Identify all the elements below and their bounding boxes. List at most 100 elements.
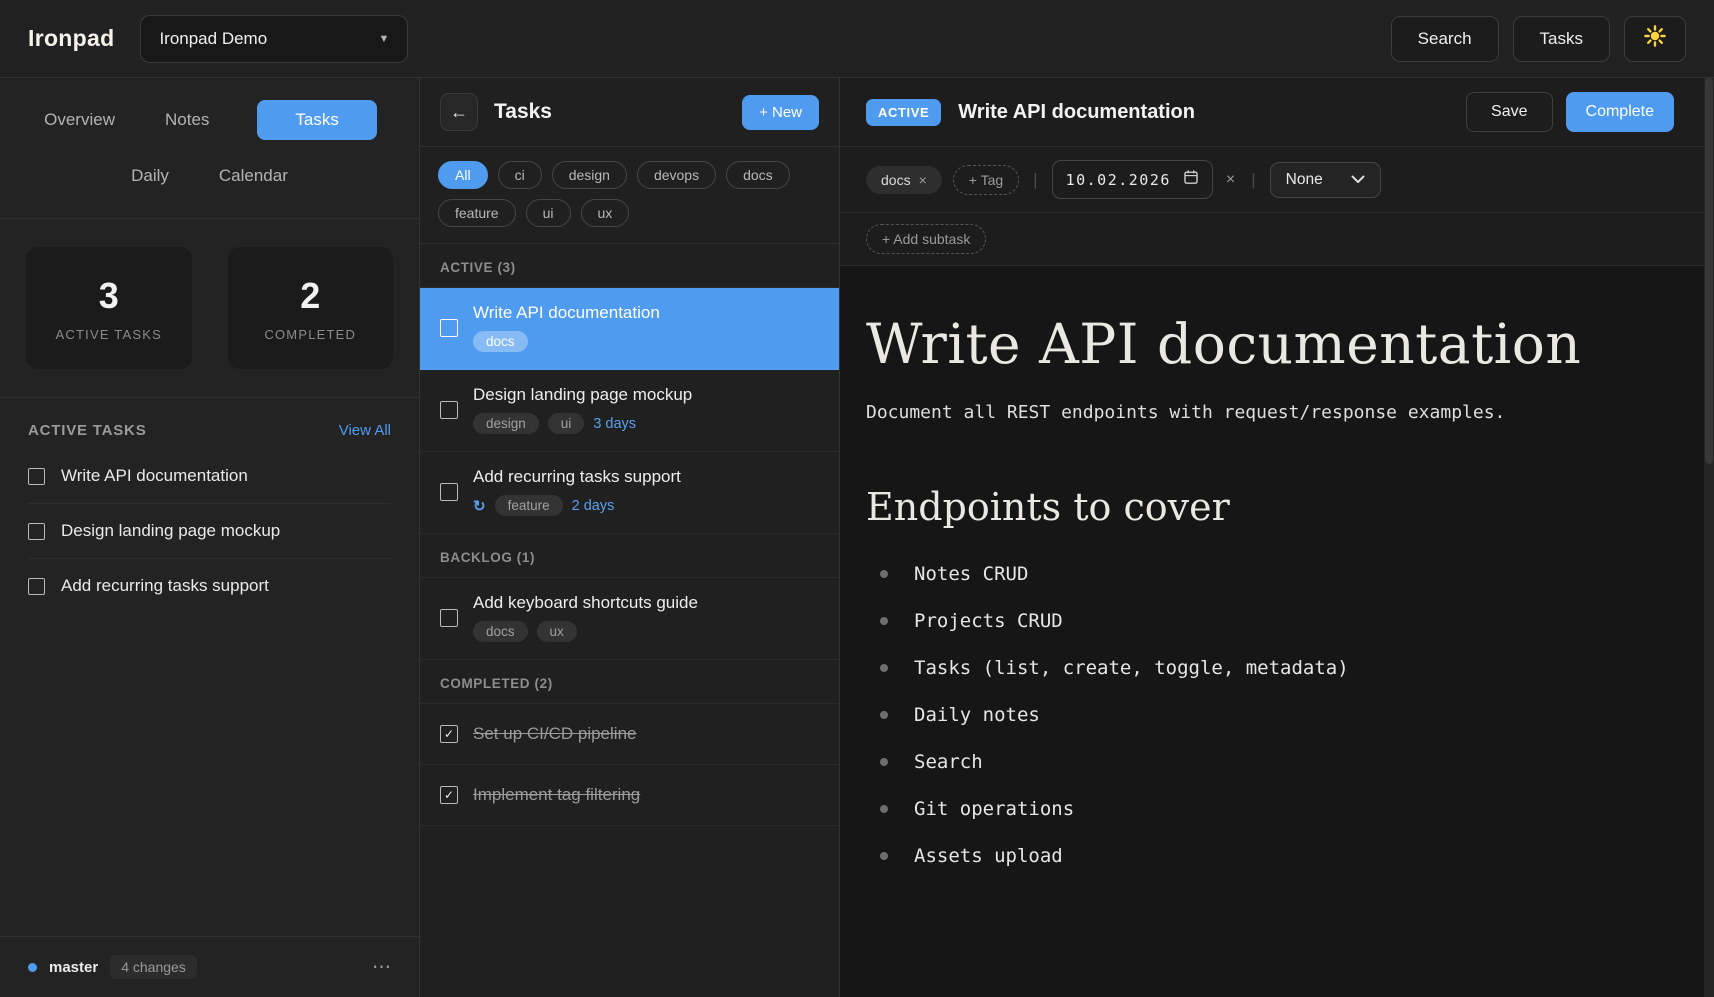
document-bullet-list: Notes CRUD Projects CRUD Tasks (list, cr… [866, 563, 1674, 867]
sidebar-tab-notes[interactable]: Notes [163, 104, 211, 136]
filter-chip-all[interactable]: All [438, 161, 488, 189]
theme-toggle-button[interactable] [1624, 16, 1686, 62]
tag-chip: docs [473, 621, 528, 642]
task-checkbox[interactable] [28, 468, 45, 485]
detail-meta-row: docs × + Tag | 10.02.2026 [840, 147, 1714, 213]
detail-header: ACTIVE Write API documentation Save Comp… [840, 78, 1714, 147]
task-content: Write API documentation docs [473, 303, 660, 352]
priority-select[interactable]: None [1270, 162, 1381, 198]
task-content: Add keyboard shortcuts guide docs ux [473, 593, 698, 642]
document-content[interactable]: Write API documentation Document all RES… [840, 266, 1714, 997]
tag-chip-docs[interactable]: docs × [866, 166, 942, 194]
vertical-scrollbar[interactable] [1704, 78, 1714, 997]
sidebar-tab-daily[interactable]: Daily [129, 160, 171, 192]
task-checkbox-checked[interactable]: ✓ [440, 725, 458, 743]
priority-select-value: None [1286, 171, 1323, 189]
filter-chip-ci[interactable]: ci [498, 161, 542, 189]
stats-cards: 3 ACTIVE TASKS 2 COMPLETED [0, 219, 419, 398]
changes-badge[interactable]: 4 changes [110, 955, 197, 979]
task-checkbox[interactable] [440, 319, 458, 337]
task-row[interactable]: Add recurring tasks support ↻ feature 2 … [420, 452, 839, 534]
app-root: Ironpad Ironpad Demo ▼ Search Tasks [0, 0, 1714, 997]
list-item[interactable]: Add recurring tasks support [28, 559, 391, 613]
back-arrow-icon: ← [450, 102, 468, 123]
ellipsis-menu-icon[interactable]: ⋯ [372, 956, 391, 979]
search-button[interactable]: Search [1391, 16, 1499, 62]
task-checkbox[interactable] [440, 401, 458, 419]
remove-tag-icon[interactable]: × [919, 172, 927, 188]
bullet-text: Notes CRUD [914, 563, 1028, 585]
task-label: Write API documentation [61, 466, 248, 486]
filter-chip-devops[interactable]: devops [637, 161, 716, 189]
stat-label: COMPLETED [264, 327, 356, 342]
filter-chip-ui[interactable]: ui [526, 199, 571, 227]
list-item: Notes CRUD [866, 563, 1674, 585]
main-layout: Overview Notes Tasks Daily Calendar 3 AC… [0, 78, 1714, 997]
stat-card-active-tasks: 3 ACTIVE TASKS [26, 247, 192, 369]
list-item[interactable]: Design landing page mockup [28, 504, 391, 559]
tasks-panel: ← Tasks + New All ci design devops docs … [420, 78, 840, 997]
task-row-completed[interactable]: ✓ Set up CI/CD pipeline [420, 704, 839, 765]
topbar-actions: Search Tasks [1391, 16, 1686, 62]
tag-chip-label: docs [881, 172, 911, 188]
detail-actions: Save Complete [1466, 92, 1688, 132]
tag-chip: ui [548, 413, 585, 434]
filter-chip-feature[interactable]: feature [438, 199, 516, 227]
sidebar-tab-tasks[interactable]: Tasks [257, 100, 376, 140]
task-checkbox[interactable] [28, 523, 45, 540]
bullet-text: Search [914, 751, 983, 773]
calendar-icon[interactable] [1183, 169, 1199, 190]
scrollbar-thumb[interactable] [1705, 78, 1713, 464]
clear-date-button[interactable]: × [1224, 171, 1237, 189]
add-subtask-button[interactable]: + Add subtask [866, 224, 986, 254]
subtask-row: + Add subtask [840, 213, 1714, 266]
stat-card-completed: 2 COMPLETED [228, 247, 394, 369]
bullet-icon [880, 805, 888, 813]
task-title: Set up CI/CD pipeline [473, 724, 636, 744]
filter-chip-design[interactable]: design [552, 161, 627, 189]
task-row-selected[interactable]: Write API documentation docs [420, 288, 839, 370]
project-select[interactable]: Ironpad Demo ▼ [140, 15, 408, 63]
bullet-text: Tasks (list, create, toggle, metadata) [914, 657, 1349, 679]
git-footer: master 4 changes ⋯ [0, 936, 419, 997]
new-task-button[interactable]: + New [742, 95, 819, 130]
bullet-icon [880, 852, 888, 860]
task-row[interactable]: Add keyboard shortcuts guide docs ux [420, 578, 839, 660]
stat-label: ACTIVE TASKS [56, 327, 162, 342]
bullet-icon [880, 617, 888, 625]
task-row[interactable]: Design landing page mockup design ui 3 d… [420, 370, 839, 452]
task-checkbox[interactable] [28, 578, 45, 595]
document-h1: Write API documentation [866, 312, 1674, 376]
document-h2: Endpoints to cover [866, 485, 1674, 529]
section-header-completed: COMPLETED (2) [420, 660, 839, 704]
save-button[interactable]: Save [1466, 92, 1552, 132]
sun-icon [1644, 25, 1666, 52]
recurring-icon: ↻ [473, 497, 486, 515]
view-all-link[interactable]: View All [339, 422, 391, 439]
filter-chip-ux[interactable]: ux [581, 199, 630, 227]
list-item[interactable]: Write API documentation [28, 449, 391, 504]
back-button[interactable]: ← [440, 93, 478, 131]
list-item: Search [866, 751, 1674, 773]
meta-divider: | [1033, 170, 1037, 190]
tasks-button[interactable]: Tasks [1513, 16, 1610, 62]
status-badge: ACTIVE [866, 99, 941, 126]
add-tag-button[interactable]: + Tag [953, 165, 1019, 195]
topbar: Ironpad Ironpad Demo ▼ Search Tasks [0, 0, 1714, 78]
task-checkbox[interactable] [440, 609, 458, 627]
filter-chip-docs[interactable]: docs [726, 161, 790, 189]
task-content: Set up CI/CD pipeline [473, 724, 636, 744]
tag-chip: ux [537, 621, 577, 642]
task-checkbox-checked[interactable]: ✓ [440, 786, 458, 804]
sidebar-tab-calendar[interactable]: Calendar [217, 160, 290, 192]
due-badge: 3 days [593, 416, 636, 432]
sidebar-tab-overview[interactable]: Overview [42, 104, 117, 136]
due-date-value: 10.02.2026 [1066, 171, 1171, 189]
task-checkbox[interactable] [440, 483, 458, 501]
list-item: Projects CRUD [866, 610, 1674, 632]
due-date-input[interactable]: 10.02.2026 [1052, 160, 1213, 199]
complete-button[interactable]: Complete [1566, 92, 1674, 132]
task-list: ACTIVE (3) Write API documentation docs … [420, 244, 839, 997]
task-row-completed[interactable]: ✓ Implement tag filtering [420, 765, 839, 826]
stat-value: 3 [99, 275, 119, 317]
